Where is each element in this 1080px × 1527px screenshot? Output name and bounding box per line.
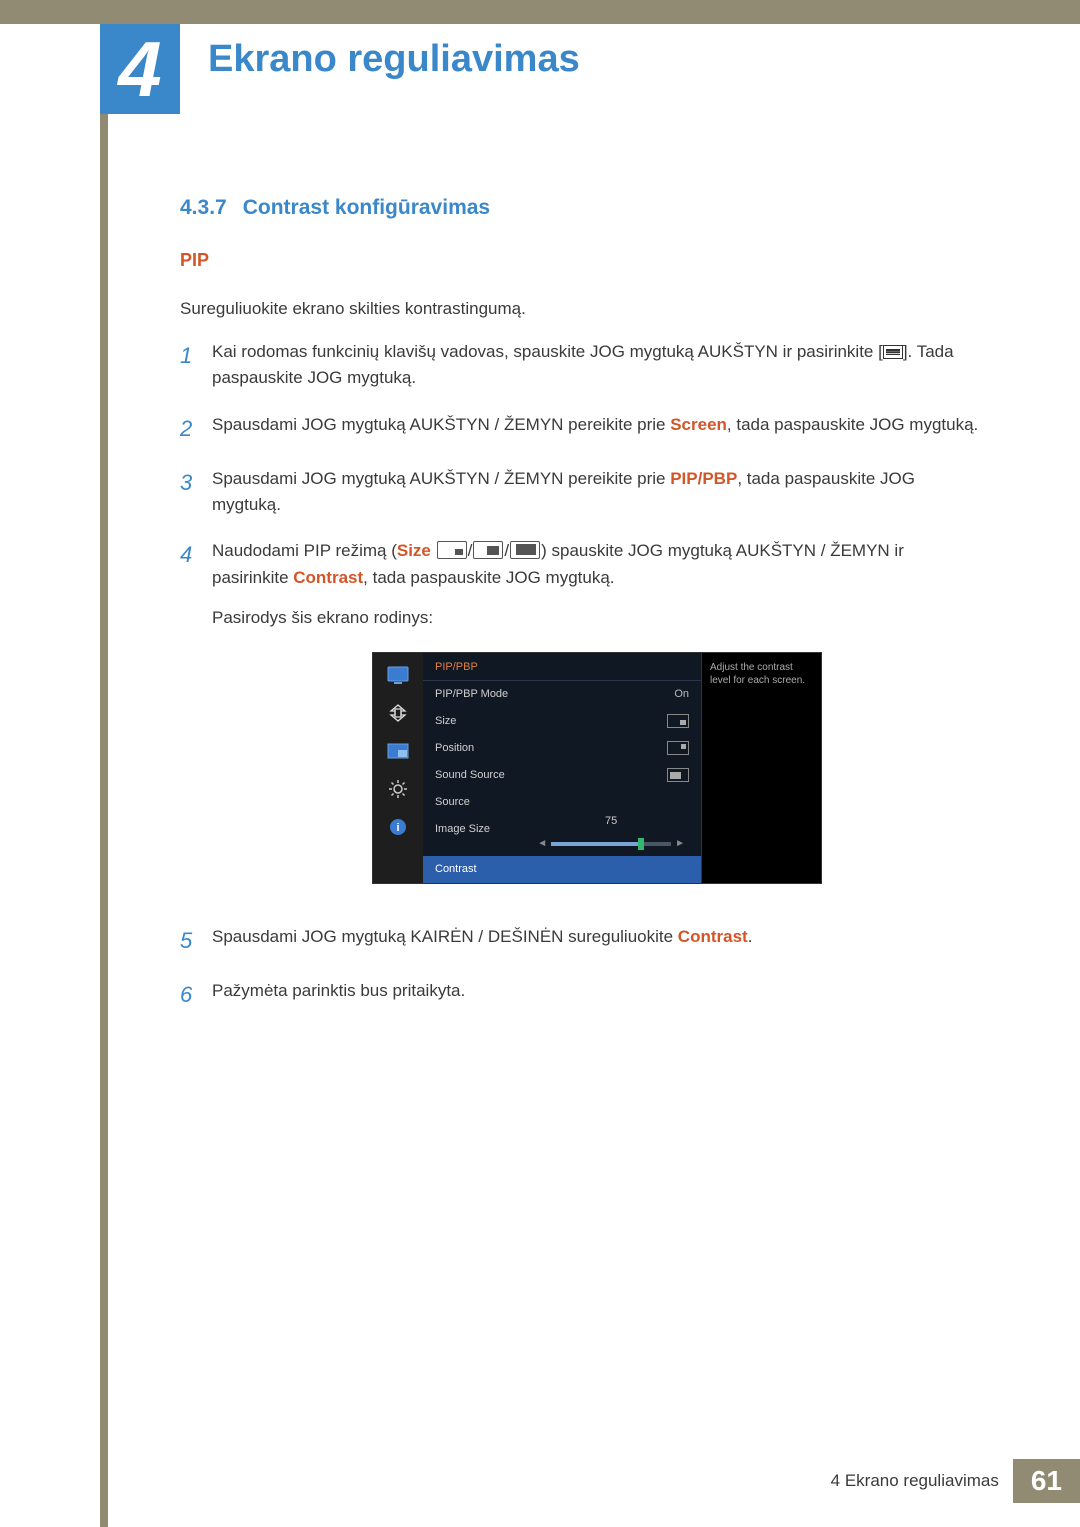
osd-row-contrast: Contrast bbox=[423, 856, 701, 883]
step-text: Spausdami JOG mygtuką AUKŠTYN / ŽEMYN pe… bbox=[212, 415, 670, 434]
osd-screenshot: i PIP/PBP PIP/PBP Mode On Size bbox=[372, 652, 980, 885]
step-text: . bbox=[748, 927, 753, 946]
step-2: 2 Spausdami JOG mygtuką AUKŠTYN / ŽEMYN … bbox=[180, 412, 980, 446]
step-3: 3 Spausdami JOG mygtuką AUKŠTYN / ŽEMYN … bbox=[180, 466, 980, 519]
osd-sidebar: i bbox=[373, 653, 423, 884]
step-text: Spausdami JOG mygtuką KAIRĖN / DEŠINĖN s… bbox=[212, 927, 678, 946]
osd-slider-value: 75 bbox=[551, 813, 671, 830]
step-text: , tada paspauskite JOG mygtuką. bbox=[363, 568, 614, 587]
step-text: Naudodami PIP režimą ( bbox=[212, 541, 397, 560]
osd-row-position: Position bbox=[423, 735, 701, 762]
osd-panel-title: PIP/PBP bbox=[423, 653, 701, 681]
osd-label: Sound Source bbox=[435, 767, 505, 784]
arrow-left-icon: ◄ bbox=[533, 836, 551, 852]
top-decor-bar bbox=[0, 0, 1080, 24]
osd-row-image-size: Image Size 75 ◄ ► bbox=[423, 816, 701, 857]
step-number: 3 bbox=[180, 466, 212, 519]
chapter-title: Ekrano reguliavimas bbox=[208, 38, 580, 81]
step-text: Kai rodomas funkcinių klavišų vadovas, s… bbox=[212, 342, 883, 361]
osd-row-mode: PIP/PBP Mode On bbox=[423, 681, 701, 708]
step-number: 1 bbox=[180, 339, 212, 392]
footer-chapter-text: 4 Ekrano reguliavimas bbox=[831, 1471, 999, 1491]
step-text: Pasirodys šis ekrano rodinys: bbox=[212, 605, 980, 631]
osd-sound-thumb-icon bbox=[667, 768, 689, 782]
osd-row-source: Source bbox=[423, 789, 701, 816]
size-icon-large bbox=[510, 541, 540, 559]
osd-icon-picture bbox=[386, 665, 410, 685]
osd-icon-info: i bbox=[386, 817, 410, 837]
osd-position-thumb-icon bbox=[667, 741, 689, 755]
osd-label: Size bbox=[435, 713, 456, 730]
osd-main-panel: PIP/PBP PIP/PBP Mode On Size Position bbox=[423, 653, 701, 884]
osd-value: On bbox=[674, 686, 689, 703]
osd-size-thumb-icon bbox=[667, 714, 689, 728]
intro-text: Sureguliuokite ekrano skilties kontrasti… bbox=[180, 299, 980, 319]
osd-row-sound: Sound Source bbox=[423, 762, 701, 789]
section-title: Contrast konfigūravimas bbox=[243, 196, 490, 219]
step-number: 2 bbox=[180, 412, 212, 446]
osd-help-text: Adjust the contrast level for each scree… bbox=[701, 653, 821, 884]
keyword-size: Size bbox=[397, 541, 431, 560]
step-number: 5 bbox=[180, 924, 212, 958]
step-1: 1 Kai rodomas funkcinių klavišų vadovas,… bbox=[180, 339, 980, 392]
keyword-contrast: Contrast bbox=[678, 927, 748, 946]
step-number: 6 bbox=[180, 978, 212, 1012]
menu-icon bbox=[883, 345, 903, 359]
osd-icon-pip bbox=[386, 741, 410, 761]
section-heading: 4.3.7 Contrast konfigūravimas bbox=[180, 196, 980, 220]
osd-icon-screen bbox=[386, 703, 410, 723]
keyword-contrast: Contrast bbox=[293, 568, 363, 587]
size-icon-medium bbox=[473, 541, 503, 559]
steps-list: 1 Kai rodomas funkcinių klavišų vadovas,… bbox=[180, 339, 980, 1013]
osd-label: Contrast bbox=[435, 861, 477, 878]
section-number: 4.3.7 bbox=[180, 196, 227, 220]
step-text: Spausdami JOG mygtuką AUKŠTYN / ŽEMYN pe… bbox=[212, 469, 670, 488]
osd-label: Image Size bbox=[435, 821, 490, 838]
osd-icon-settings bbox=[386, 779, 410, 799]
osd-row-size: Size bbox=[423, 708, 701, 735]
osd-slider-knob bbox=[638, 838, 644, 850]
step-text: Pažymėta parinktis bus pritaikyta. bbox=[212, 978, 980, 1012]
footer-page-number: 61 bbox=[1013, 1459, 1080, 1503]
osd-label: PIP/PBP Mode bbox=[435, 686, 508, 703]
keyword-screen: Screen bbox=[670, 415, 727, 434]
size-icon-small bbox=[437, 541, 467, 559]
step-text: , tada paspauskite JOG mygtuką. bbox=[727, 415, 978, 434]
page-footer: 4 Ekrano reguliavimas 61 bbox=[831, 1459, 1080, 1503]
step-6: 6 Pažymėta parinktis bus pritaikyta. bbox=[180, 978, 980, 1012]
osd-slider-track bbox=[551, 842, 671, 846]
chapter-number-badge: 4 bbox=[100, 24, 180, 114]
page-content: 4.3.7 Contrast konfigūravimas PIP Suregul… bbox=[180, 196, 980, 1033]
step-5: 5 Spausdami JOG mygtuką KAIRĖN / DEŠINĖN… bbox=[180, 924, 980, 958]
svg-text:i: i bbox=[396, 822, 399, 834]
step-number: 4 bbox=[180, 538, 212, 904]
step-4: 4 Naudodami PIP režimą (Size //) spauski… bbox=[180, 538, 980, 904]
arrow-right-icon: ► bbox=[671, 836, 689, 852]
left-decor-bar bbox=[100, 0, 108, 1527]
keyword-pippbp: PIP/PBP bbox=[670, 469, 737, 488]
osd-label: Position bbox=[435, 740, 474, 757]
subheading-pip: PIP bbox=[180, 250, 980, 271]
osd-label: Source bbox=[435, 794, 470, 811]
